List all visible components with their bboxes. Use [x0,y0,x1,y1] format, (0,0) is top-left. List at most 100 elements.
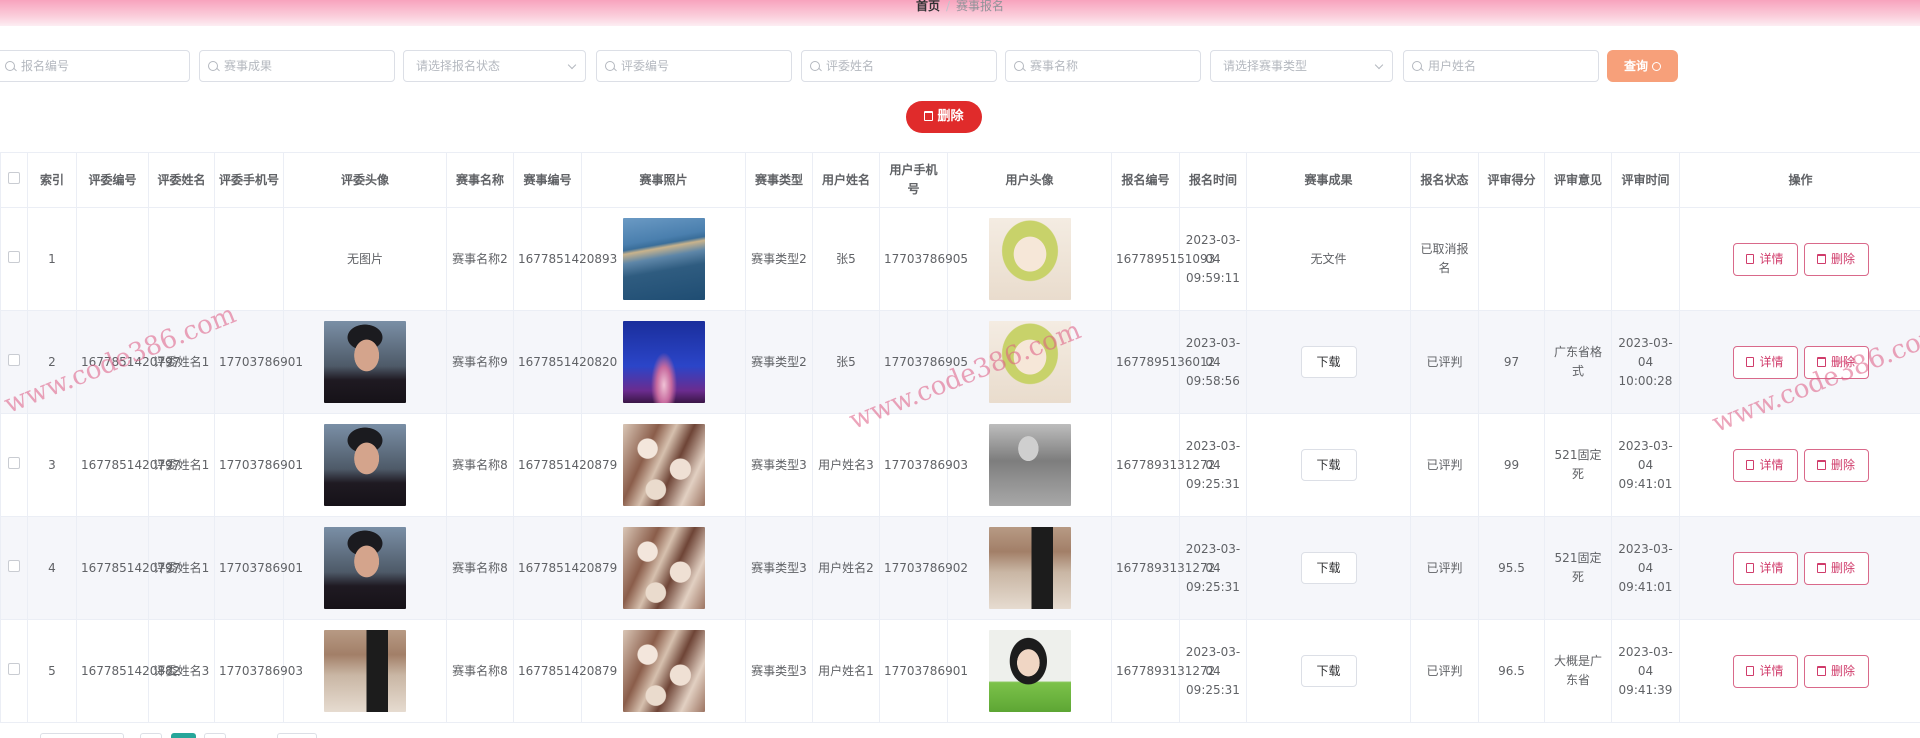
event-no-cell: 1677851420820 [513,310,617,414]
opinion-text: 521固定死 [1554,551,1602,584]
event-name-text: 赛事名称2 [452,251,508,266]
judge-avatar-cell [283,516,447,620]
row-delete-button[interactable]: 删除 [1803,345,1869,379]
prev-page-button[interactable] [140,733,162,738]
user-name-cell: 用户姓名3 [812,413,880,517]
batch-delete-button[interactable]: 删除 [906,101,982,133]
event-name-cell: 赛事名称8 [446,413,514,517]
index-text: 1 [48,251,56,266]
detail-button[interactable]: 详情 [1732,345,1798,379]
query-button[interactable]: 查询 [1607,50,1678,82]
delete-label: 删除 [1830,663,1855,678]
column-header: 报名时间 [1179,152,1247,208]
detail-button[interactable]: 详情 [1732,242,1798,276]
judge-no-input[interactable]: 评委编号 [596,50,792,82]
user-name-text: 用户姓名2 [818,560,874,575]
detail-button[interactable]: 详情 [1732,448,1798,482]
review-time-cell: 2023-03-04 10:00:28 [1611,310,1680,414]
detail-button[interactable]: 详情 [1732,654,1798,688]
checkbox[interactable] [8,662,20,675]
user-avatar-image [988,424,1071,506]
actions-cell: 详情 删除 [1679,310,1920,414]
judge-phone-cell: 17703786903 [214,619,303,723]
event-result-cell: 下载 [1246,516,1411,620]
event-type-select[interactable]: 请选择赛事类型 [1210,50,1393,82]
event-result-placeholder: 赛事成果 [224,59,273,73]
registration-table: 索引 评委编号 评委姓名 评委手机号 评委头像 赛事名称 赛事编号 赛事照片 赛… [0,152,1920,723]
row-select-cell[interactable] [0,310,28,414]
row-delete-button[interactable]: 删除 [1803,448,1869,482]
page-size-select[interactable] [40,733,124,738]
judge-phone-text: 17703786901 [219,457,303,472]
score-cell: 97 [1478,310,1545,414]
breadcrumb-home[interactable]: 首页 [916,0,940,13]
judge-name-input[interactable]: 评委姓名 [801,50,997,82]
status-cell: 已评判 [1410,310,1479,414]
index-cell: 1 [27,207,77,311]
next-page-button[interactable] [204,733,226,738]
judge-phone-text: 17703786903 [219,663,303,678]
row-delete-button[interactable]: 删除 [1803,242,1869,276]
header-select-all[interactable] [0,152,28,208]
checkbox[interactable] [8,171,20,184]
page-jump-input[interactable] [277,733,317,738]
event-no-text: 1677851420879 [518,663,618,678]
column-header: 评审得分 [1478,152,1545,208]
registration-no-input[interactable]: 报名编号 [0,50,190,82]
score-cell: 96.5 [1478,619,1545,723]
review-time-text: 2023-03-04 10:00:28 [1618,335,1673,388]
user-avatar-image [988,321,1071,403]
user-phone-text: 17703786902 [884,560,968,575]
row-delete-button[interactable]: 删除 [1803,654,1869,688]
table-header-row: 索引 评委编号 评委姓名 评委手机号 评委头像 赛事名称 赛事编号 赛事照片 赛… [0,152,1920,208]
column-header: 评委编号 [76,152,149,208]
index-cell: 2 [27,310,77,414]
index-text: 3 [48,457,56,472]
event-result-input[interactable]: 赛事成果 [199,50,395,82]
page-number-current[interactable] [171,733,196,738]
batch-delete-label: 删除 [937,109,964,124]
row-select-cell[interactable] [0,516,28,620]
index-cell: 3 [27,413,77,517]
registration-status-select[interactable]: 请选择报名状态 [403,50,586,82]
row-select-cell[interactable] [0,413,28,517]
download-button[interactable]: 下载 [1300,655,1357,687]
download-button[interactable]: 下载 [1300,449,1357,481]
download-button[interactable]: 下载 [1300,552,1357,584]
checkbox[interactable] [8,250,20,263]
user-phone-cell: 17703786903 [879,413,968,517]
judge-phone-cell: 17703786901 [214,516,303,620]
detail-button[interactable]: 详情 [1732,551,1798,585]
row-select-cell[interactable] [0,207,28,311]
user-name-text: 张5 [836,354,856,369]
opinion-cell: 521固定死 [1544,516,1612,620]
judge-name-cell: 评委姓名1 [148,516,215,620]
column-header: 赛事成果 [1246,152,1411,208]
judge-avatar-image [324,527,406,609]
checkbox[interactable] [8,456,20,469]
column-header: 索引 [27,152,77,208]
registration-no-placeholder: 报名编号 [21,59,70,73]
judge-name-cell: 评委姓名1 [148,413,215,517]
download-button[interactable]: 下载 [1300,346,1357,378]
column-header: 用户姓名 [812,152,880,208]
judge-name-cell [148,207,215,311]
user-phone-text: 17703786905 [884,251,968,266]
event-name-text: 赛事名称8 [452,457,508,472]
trash-icon [1816,665,1826,676]
checkbox[interactable] [8,559,20,572]
event-no-cell: 1677851420893 [513,207,617,311]
judge-name-text: 评委姓名1 [153,354,210,369]
judge-avatar-image [324,321,406,403]
delete-label: 删除 [1830,354,1855,369]
event-name-input[interactable]: 赛事名称 [1005,50,1201,82]
row-delete-button[interactable]: 删除 [1803,551,1869,585]
row-select-cell[interactable] [0,619,28,723]
table-row: 4 1677851420797 评委姓名1 17703786901 赛事名称8 16778… [0,516,1920,620]
document-icon [1746,665,1755,676]
chevron-down-icon [567,60,577,70]
checkbox[interactable] [8,353,20,366]
user-name-input[interactable]: 用户姓名 [1403,50,1599,82]
type-select-placeholder: 请选择赛事类型 [1223,59,1308,73]
registration-no-text: 1677895151093 [1116,251,1216,266]
